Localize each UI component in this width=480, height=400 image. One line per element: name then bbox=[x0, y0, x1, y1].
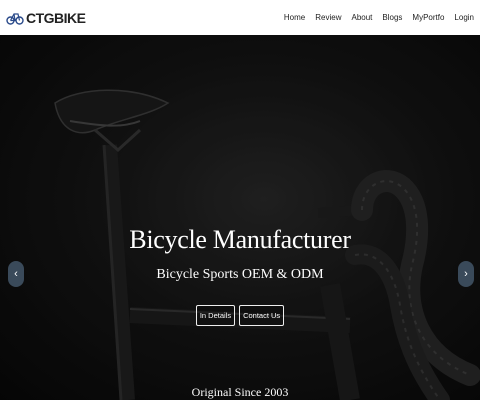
hero-buttons: In Details Contact Us bbox=[0, 305, 480, 326]
hero-title: Bicycle Manufacturer bbox=[129, 225, 351, 254]
nav-login[interactable]: Login bbox=[454, 13, 474, 22]
in-details-button[interactable]: In Details bbox=[195, 305, 236, 326]
chevron-right-icon: › bbox=[464, 268, 468, 280]
nav-review[interactable]: Review bbox=[315, 13, 341, 22]
since-text: Original Since 2003 bbox=[191, 385, 289, 399]
brand-logo[interactable]: CTGBIKE bbox=[6, 10, 86, 26]
brand-name: CTGBIKE bbox=[26, 9, 86, 26]
nav-myportfo[interactable]: MyPortfo bbox=[412, 13, 444, 22]
main-nav: Home Review About Blogs MyPortfo Login bbox=[274, 0, 474, 35]
top-navbar: CTGBIKE Home Review About Blogs MyPortfo… bbox=[0, 0, 480, 35]
hero-subtitle: Bicycle Sports OEM & ODM bbox=[156, 267, 324, 282]
contact-us-button[interactable]: Contact Us bbox=[239, 305, 285, 326]
nav-blogs[interactable]: Blogs bbox=[382, 13, 402, 22]
hero-carousel: Bicycle Manufacturer Bicycle Sports OEM … bbox=[0, 35, 480, 400]
chevron-left-icon: ‹ bbox=[14, 268, 18, 280]
nav-home[interactable]: Home bbox=[284, 13, 305, 22]
carousel-next-button[interactable]: › bbox=[458, 261, 474, 287]
carousel-prev-button[interactable]: ‹ bbox=[8, 261, 24, 287]
hero-overlay bbox=[0, 35, 480, 400]
bike-logo-icon bbox=[6, 12, 24, 25]
nav-about[interactable]: About bbox=[351, 13, 372, 22]
